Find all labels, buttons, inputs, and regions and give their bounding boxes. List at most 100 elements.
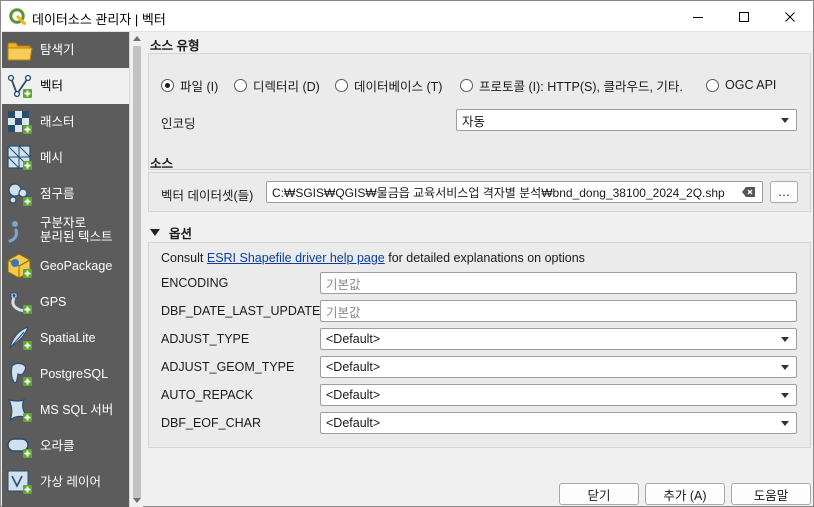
option-label-dbf-date: DBF_DATE_LAST_UPDATE: [161, 304, 321, 318]
point-cloud-icon: [8, 183, 32, 206]
mssql-icon: [7, 398, 32, 422]
sidebar-item-spatialite[interactable]: SpatiaLite: [2, 320, 129, 356]
help-button[interactable]: 도움말: [731, 483, 811, 505]
option-label-adjust-type: ADJUST_TYPE: [161, 332, 250, 346]
sidebar-item-label: 오라클: [40, 439, 75, 453]
sidebar-item-label: 탐색기: [40, 43, 75, 57]
delimited-text-icon: [8, 221, 18, 243]
radio-directory[interactable]: 디렉터리 (D): [234, 77, 320, 94]
oracle-icon: [7, 438, 32, 458]
consult-suffix: for detailed explanations on options: [384, 251, 585, 265]
option-adjust-geom-type-value: <Default>: [326, 360, 381, 374]
vector-icon: [7, 74, 32, 98]
sidebar-item-raster[interactable]: 래스터: [2, 104, 129, 140]
source-type-group: 파일 (I) 디렉터리 (D) 데이터베이스 (T) 프로토콜 (I): HTT…: [148, 53, 811, 170]
minimize-icon: [693, 16, 703, 18]
sidebar-item-label: PostgreSQL: [40, 367, 109, 381]
clear-icon[interactable]: [742, 186, 756, 201]
option-label-dbf-eof-char: DBF_EOF_CHAR: [161, 416, 262, 430]
sidebar-item-label: 메시: [40, 151, 64, 165]
source-type-title: 소스 유형: [150, 39, 200, 53]
sidebar-item-mssql[interactable]: MS SQL 서버: [2, 392, 129, 428]
postgresql-icon: [10, 362, 32, 386]
options-title[interactable]: 옵션: [150, 223, 192, 242]
scroll-down-icon[interactable]: [133, 498, 141, 503]
chevron-down-icon: [781, 118, 789, 123]
radio-label: 디렉터리 (D): [253, 79, 320, 94]
sidebar-item-geopackage[interactable]: GeoPackage: [2, 248, 129, 284]
radio-label: 데이터베이스 (T): [354, 79, 443, 94]
close-window-button[interactable]: [767, 1, 813, 32]
spatialite-icon: [9, 326, 32, 350]
sidebar-item-label: 벡터: [40, 79, 64, 93]
collapse-arrow-icon[interactable]: [150, 229, 160, 236]
window-title: 데이터소스 관리자 | 벡터: [32, 12, 166, 27]
option-dbf-date-input[interactable]: 기본값: [320, 300, 797, 322]
encoding-select[interactable]: 자동: [456, 109, 797, 131]
chevron-down-icon: [781, 421, 789, 426]
sidebar-item-mesh[interactable]: 메시: [2, 140, 129, 176]
geopackage-icon: [7, 253, 32, 279]
sidebar-item-label-line1: 구분자로: [40, 216, 87, 230]
consult-prefix: Consult: [161, 251, 207, 265]
option-adjust-type-value: <Default>: [326, 332, 381, 346]
sidebar-scrollbar[interactable]: [129, 32, 143, 507]
sidebar-item-label: 점구름: [40, 187, 75, 201]
sidebar-item-oracle[interactable]: 오라클: [2, 428, 129, 464]
radio-database[interactable]: 데이터베이스 (T): [335, 77, 443, 94]
folder-icon: [7, 42, 33, 61]
close-icon: [785, 11, 795, 22]
sidebar-item-point-cloud[interactable]: 점구름: [2, 176, 129, 212]
option-dbf-eof-char-select[interactable]: <Default>: [320, 412, 797, 434]
radio-label: OGC API: [725, 78, 777, 92]
radio-label: 파일 (I): [180, 79, 219, 94]
sidebar-item-label: 래스터: [40, 115, 75, 129]
option-dbf-date-placeholder: 기본값: [326, 305, 361, 320]
option-encoding-placeholder: 기본값: [326, 277, 361, 292]
close-button[interactable]: 닫기: [559, 483, 639, 505]
scroll-up-icon[interactable]: [133, 36, 141, 41]
sidebar-item-label: 가상 레이어: [40, 475, 101, 489]
radio-indicator: [234, 78, 247, 92]
dataset-path-input[interactable]: C:₩SGIS₩QGIS₩물금읍 교육서비스업 격자별 분석₩bnd_dong_…: [266, 181, 763, 203]
option-label-auto-repack: AUTO_REPACK: [161, 388, 253, 402]
radio-ogc-api[interactable]: OGC API: [706, 77, 776, 93]
option-label-encoding: ENCODING: [161, 276, 229, 290]
options-title-text: 옵션: [169, 227, 193, 241]
add-button[interactable]: 추가 (A): [645, 483, 725, 505]
encoding-value: 자동: [462, 114, 486, 129]
option-auto-repack-value: <Default>: [326, 388, 381, 402]
source-group: 벡터 데이터셋(들) C:₩SGIS₩QGIS₩물금읍 교육서비스업 격자별 분…: [148, 172, 811, 212]
sidebar-item-virtual-layer[interactable]: 가상 레이어: [2, 464, 129, 500]
sidebar-item-gps[interactable]: GPS: [2, 284, 129, 320]
option-label-adjust-geom-type: ADJUST_GEOM_TYPE: [161, 360, 295, 374]
maximize-button[interactable]: [721, 1, 767, 32]
radio-indicator: [335, 78, 348, 92]
option-adjust-geom-type-select[interactable]: <Default>: [320, 356, 797, 378]
radio-protocol[interactable]: 프로토콜 (I): HTTP(S), 클라우드, 기타.: [460, 77, 683, 94]
radio-indicator: [706, 78, 719, 92]
option-adjust-type-select[interactable]: <Default>: [320, 328, 797, 350]
driver-help-link[interactable]: ESRI Shapefile driver help page: [207, 251, 385, 265]
option-dbf-eof-char-value: <Default>: [326, 416, 381, 430]
option-encoding-input[interactable]: 기본값: [320, 272, 797, 294]
sidebar-item-vector[interactable]: 벡터: [2, 68, 129, 104]
browse-button[interactable]: …: [770, 181, 798, 203]
dataset-label: 벡터 데이터셋(들): [161, 189, 254, 203]
sidebar-item-label: GPS: [40, 295, 67, 309]
encoding-label: 인코딩: [161, 117, 196, 131]
option-auto-repack-select[interactable]: <Default>: [320, 384, 797, 406]
minimize-button[interactable]: [675, 1, 721, 32]
sidebar-item-delimited-text[interactable]: 구분자로 분리된 텍스트: [2, 212, 129, 248]
sidebar-item-label: 구분자로 분리된 텍스트: [40, 212, 112, 248]
gps-icon: [10, 292, 32, 314]
qgis-logo-icon: [9, 8, 26, 25]
options-group: Consult ESRI Shapefile driver help page …: [148, 242, 811, 448]
sidebar-item-postgresql[interactable]: PostgreSQL: [2, 356, 129, 392]
sidebar: 탐색기 벡터 래스터 메시 점구름 구분자로 분리된 텍스트 GeoPackag…: [2, 32, 129, 507]
scrollbar-thumb[interactable]: [133, 46, 141, 498]
sidebar-item-label: SpatiaLite: [40, 331, 96, 345]
sidebar-item-browser[interactable]: 탐색기: [2, 32, 129, 68]
consult-text: Consult ESRI Shapefile driver help page …: [161, 251, 585, 265]
radio-file[interactable]: 파일 (I): [161, 77, 219, 94]
